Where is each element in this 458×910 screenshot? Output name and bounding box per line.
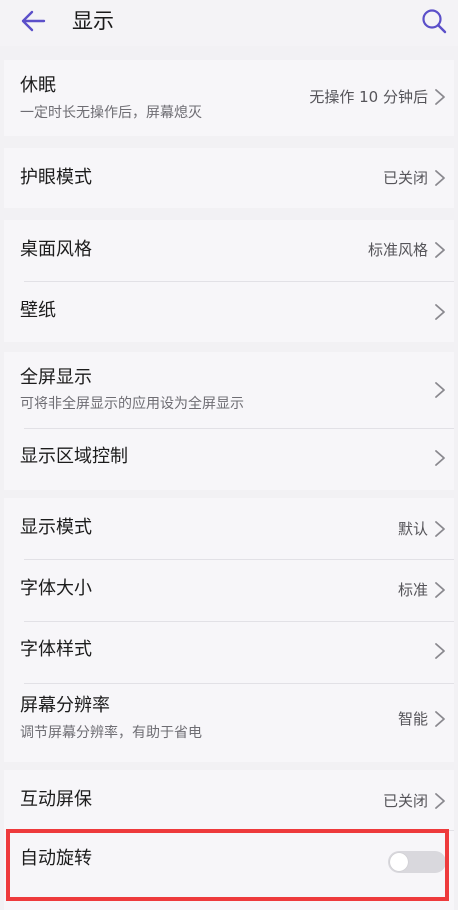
auto-rotate-toggle[interactable] xyxy=(388,851,446,873)
setting-display-area[interactable]: 显示区域控制 xyxy=(4,429,454,490)
search-button[interactable] xyxy=(418,6,450,36)
settings-group-misc: 互动屏保 已关闭 自动旋转 xyxy=(4,770,454,910)
settings-group-eye: 护眼模式 已关闭 xyxy=(4,148,454,208)
setting-auto-rotate[interactable]: 自动旋转 xyxy=(4,831,454,910)
setting-title: 字体样式 xyxy=(20,639,92,660)
setting-value: 智能 xyxy=(397,710,428,728)
setting-title: 互动屏保 xyxy=(20,789,92,810)
setting-display-mode[interactable]: 显示模式 默认 xyxy=(4,498,454,559)
setting-title: 自动旋转 xyxy=(20,848,92,869)
chevron-right-icon xyxy=(435,304,445,320)
setting-wallpaper[interactable]: 壁纸 xyxy=(4,282,454,342)
setting-title: 桌面风格 xyxy=(20,239,92,260)
setting-title: 显示区域控制 xyxy=(20,446,128,467)
setting-value: 已关闭 xyxy=(382,169,428,187)
page-title: 显示 xyxy=(72,9,114,33)
setting-screensaver[interactable]: 互动屏保 已关闭 xyxy=(4,770,454,830)
chevron-right-icon xyxy=(435,170,445,186)
chevron-right-icon xyxy=(435,89,445,105)
chevron-right-icon xyxy=(435,521,445,537)
toggle-knob xyxy=(390,853,408,871)
setting-value: 标准风格 xyxy=(367,241,428,259)
app-header: 显示 xyxy=(0,0,458,46)
chevron-right-icon xyxy=(435,793,445,809)
setting-subtitle: 可将非全屏显示的应用设为全屏显示 xyxy=(20,396,244,412)
setting-title: 字体大小 xyxy=(20,578,92,599)
back-arrow-icon xyxy=(21,10,46,32)
setting-value: 标准 xyxy=(397,581,428,599)
settings-group-display: 显示模式 默认 字体大小 标准 字体样式 屏幕分辨率 调节屏幕分辨率，有助于省电… xyxy=(4,498,454,762)
setting-title: 护眼模式 xyxy=(20,167,92,188)
chevron-right-icon xyxy=(435,711,445,727)
setting-subtitle: 一定时长无操作后，屏幕熄灭 xyxy=(20,105,202,121)
chevron-right-icon xyxy=(435,382,445,398)
setting-sleep[interactable]: 休眠 一定时长无操作后，屏幕熄灭 无操作 10 分钟后 xyxy=(4,60,454,136)
setting-title: 壁纸 xyxy=(20,300,56,321)
setting-font-style[interactable]: 字体样式 xyxy=(4,622,454,683)
setting-eye-comfort[interactable]: 护眼模式 已关闭 xyxy=(4,148,454,208)
search-icon xyxy=(422,9,447,34)
setting-home-style[interactable]: 桌面风格 标准风格 xyxy=(4,220,454,281)
chevron-right-icon xyxy=(435,582,445,598)
setting-title: 全屏显示 xyxy=(20,367,92,388)
back-button[interactable] xyxy=(16,6,50,36)
settings-group-fullscreen: 全屏显示 可将非全屏显示的应用设为全屏显示 显示区域控制 xyxy=(4,352,454,490)
settings-group-home: 桌面风格 标准风格 壁纸 xyxy=(4,220,454,342)
chevron-right-icon xyxy=(435,643,445,659)
chevron-right-icon xyxy=(435,450,445,466)
setting-resolution[interactable]: 屏幕分辨率 调节屏幕分辨率，有助于省电 智能 xyxy=(4,684,454,762)
setting-value: 已关闭 xyxy=(382,792,428,810)
chevron-right-icon xyxy=(435,242,445,258)
setting-title: 显示模式 xyxy=(20,517,92,538)
setting-font-size[interactable]: 字体大小 标准 xyxy=(4,560,454,621)
setting-subtitle: 调节屏幕分辨率，有助于省电 xyxy=(20,725,202,741)
settings-group-sleep: 休眠 一定时长无操作后，屏幕熄灭 无操作 10 分钟后 xyxy=(4,60,454,136)
setting-full-screen[interactable]: 全屏显示 可将非全屏显示的应用设为全屏显示 xyxy=(4,352,454,428)
setting-value: 无操作 10 分钟后 xyxy=(309,88,428,106)
setting-title: 屏幕分辨率 xyxy=(20,695,110,716)
setting-value: 默认 xyxy=(397,520,428,538)
setting-title: 休眠 xyxy=(20,75,56,96)
